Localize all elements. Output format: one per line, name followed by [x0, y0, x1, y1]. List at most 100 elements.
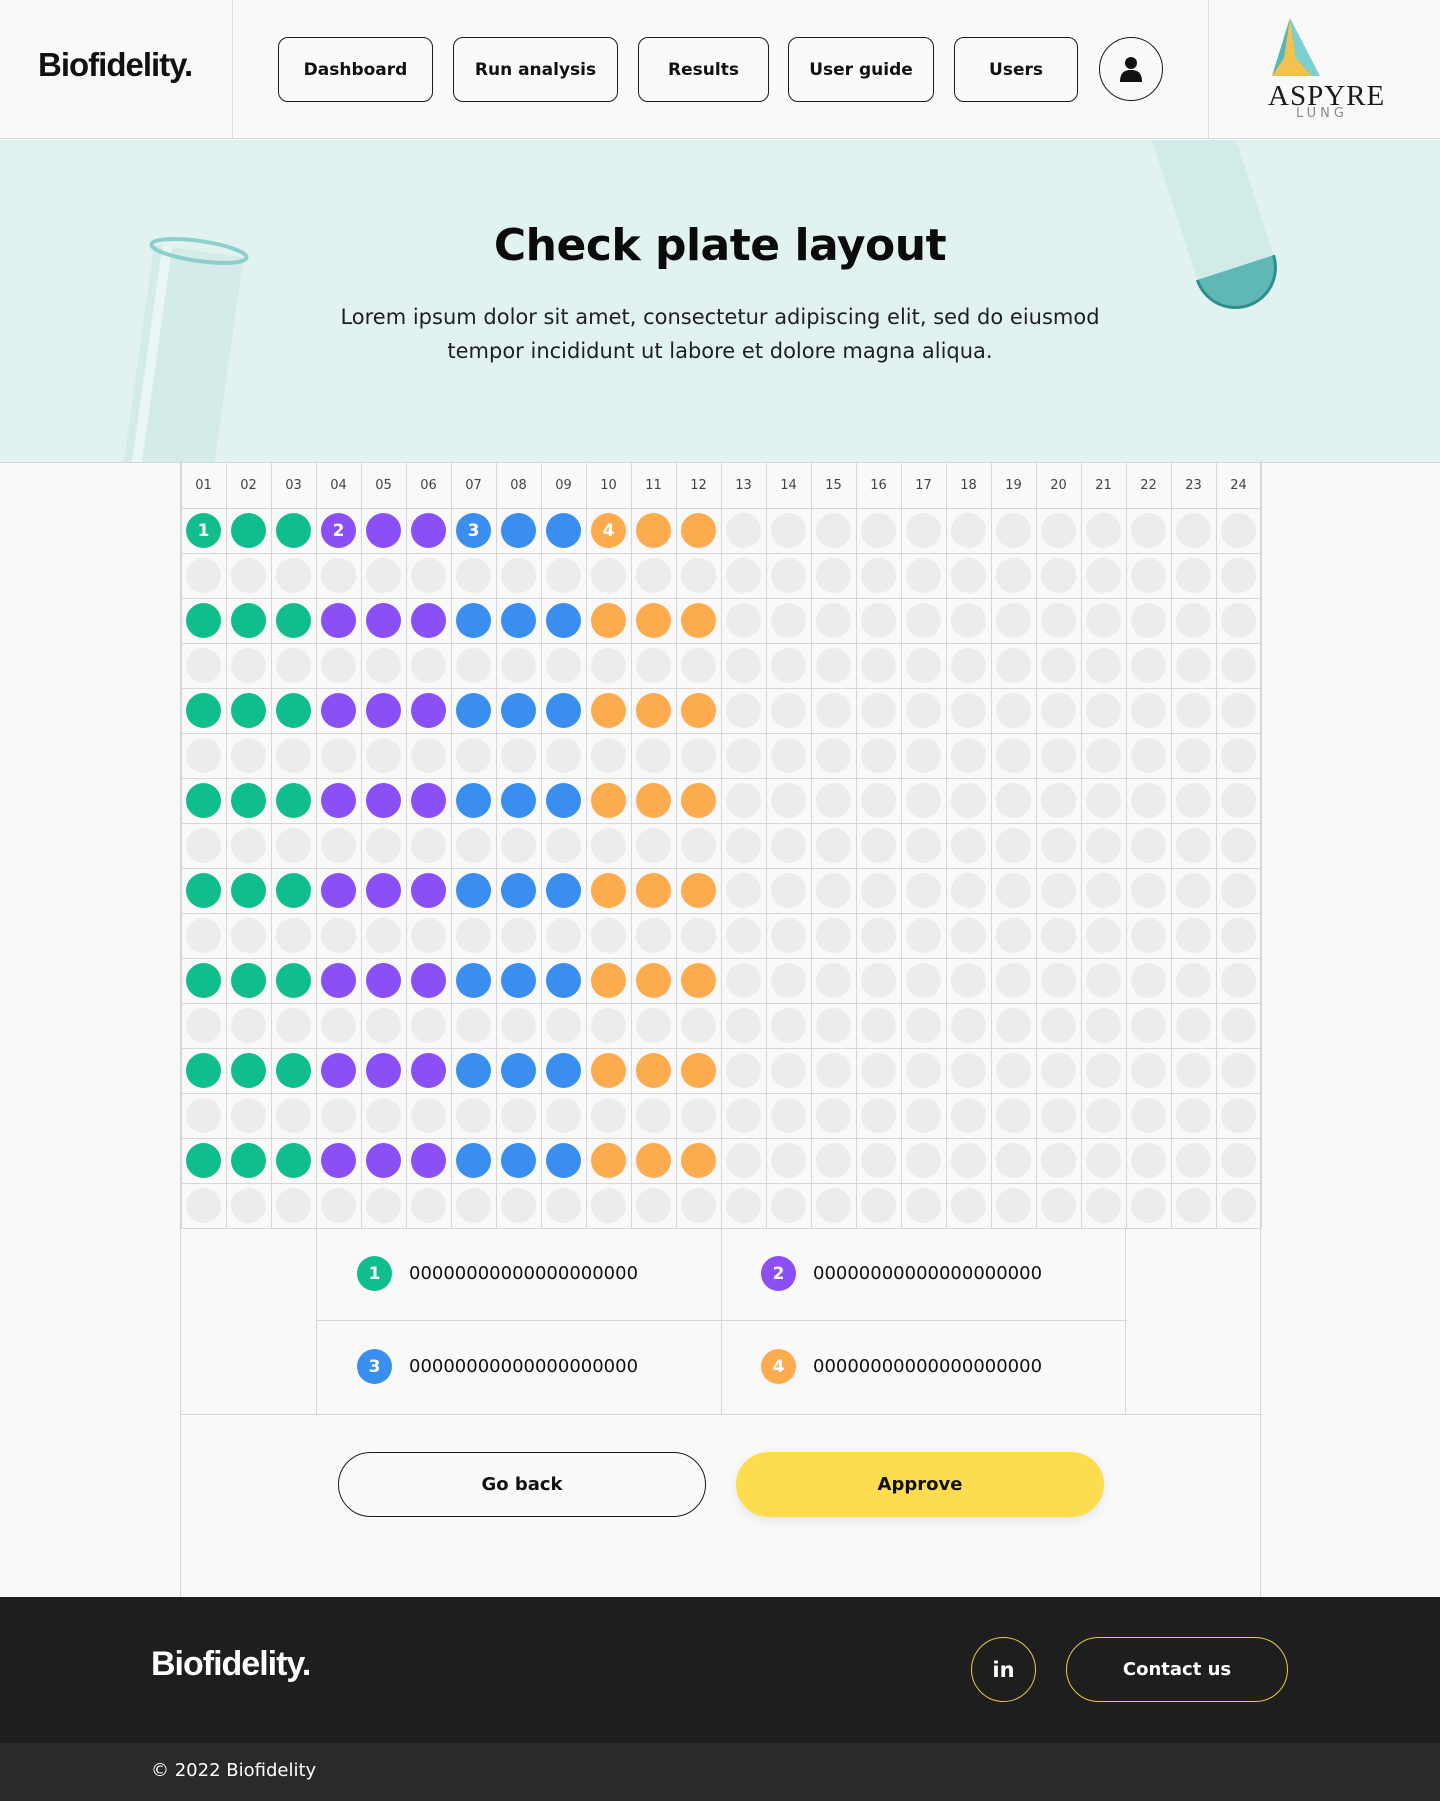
plate-well[interactable] — [1221, 558, 1256, 593]
plate-well[interactable] — [816, 1188, 851, 1223]
plate-well[interactable] — [321, 963, 356, 998]
plate-well[interactable] — [681, 873, 716, 908]
plate-well[interactable] — [861, 1008, 896, 1043]
plate-well[interactable] — [231, 1053, 266, 1088]
plate-well[interactable] — [501, 558, 536, 593]
plate-well[interactable] — [1176, 873, 1211, 908]
plate-well[interactable] — [231, 1143, 266, 1178]
plate-well[interactable] — [771, 693, 806, 728]
plate-well[interactable] — [546, 828, 581, 863]
plate-well[interactable] — [996, 828, 1031, 863]
plate-well[interactable] — [636, 558, 671, 593]
plate-well[interactable] — [771, 648, 806, 683]
plate-well[interactable] — [321, 738, 356, 773]
plate-well[interactable] — [321, 558, 356, 593]
plate-well[interactable] — [1086, 1098, 1121, 1133]
plate-well[interactable] — [186, 738, 221, 773]
plate-well[interactable] — [861, 648, 896, 683]
plate-well[interactable] — [411, 963, 446, 998]
plate-well[interactable] — [861, 693, 896, 728]
plate-well[interactable] — [726, 1098, 761, 1133]
plate-well[interactable] — [951, 513, 986, 548]
plate-well[interactable] — [591, 738, 626, 773]
plate-well[interactable] — [276, 1098, 311, 1133]
plate-well[interactable] — [951, 693, 986, 728]
plate-well[interactable] — [456, 1053, 491, 1088]
plate-well[interactable] — [951, 873, 986, 908]
plate-well[interactable] — [771, 558, 806, 593]
plate-well[interactable] — [816, 738, 851, 773]
footer-brand-logo[interactable]: Biofidelity. — [151, 1645, 311, 1684]
plate-well[interactable] — [231, 873, 266, 908]
plate-well[interactable] — [726, 738, 761, 773]
plate-well[interactable] — [456, 648, 491, 683]
plate-well[interactable] — [1041, 1008, 1076, 1043]
plate-well[interactable] — [276, 873, 311, 908]
plate-well[interactable] — [1176, 963, 1211, 998]
plate-well[interactable] — [456, 1143, 491, 1178]
nav-user-guide-button[interactable]: User guide — [788, 37, 934, 102]
plate-well[interactable] — [861, 558, 896, 593]
plate-well[interactable] — [861, 1143, 896, 1178]
plate-well[interactable] — [276, 828, 311, 863]
plate-well[interactable] — [276, 783, 311, 818]
plate-well[interactable] — [231, 513, 266, 548]
plate-well[interactable] — [276, 1188, 311, 1223]
plate-well[interactable] — [546, 873, 581, 908]
plate-well[interactable] — [501, 603, 536, 638]
plate-well[interactable] — [546, 1188, 581, 1223]
plate-well[interactable] — [816, 603, 851, 638]
plate-well[interactable] — [816, 1053, 851, 1088]
plate-well[interactable] — [1131, 1188, 1166, 1223]
plate-well[interactable] — [1221, 693, 1256, 728]
plate-well[interactable] — [771, 1008, 806, 1043]
plate-well[interactable] — [186, 558, 221, 593]
plate-well[interactable] — [771, 828, 806, 863]
plate-well[interactable] — [546, 1098, 581, 1133]
plate-well[interactable] — [996, 1053, 1031, 1088]
plate-well[interactable] — [276, 1053, 311, 1088]
plate-well[interactable] — [231, 918, 266, 953]
plate-well[interactable] — [411, 648, 446, 683]
plate-well[interactable] — [276, 1143, 311, 1178]
plate-well[interactable] — [771, 513, 806, 548]
plate-well[interactable] — [591, 963, 626, 998]
plate-well[interactable] — [321, 828, 356, 863]
plate-well[interactable] — [636, 1143, 671, 1178]
plate-well[interactable] — [726, 963, 761, 998]
plate-well[interactable] — [411, 1188, 446, 1223]
plate-well[interactable] — [231, 693, 266, 728]
plate-well[interactable] — [456, 963, 491, 998]
plate-well[interactable] — [861, 963, 896, 998]
plate-well[interactable] — [276, 648, 311, 683]
plate-well[interactable] — [906, 1188, 941, 1223]
plate-well[interactable] — [1131, 738, 1166, 773]
plate-well[interactable] — [1041, 1143, 1076, 1178]
plate-well[interactable] — [771, 1053, 806, 1088]
plate-well[interactable] — [501, 1098, 536, 1133]
plate-well[interactable] — [681, 918, 716, 953]
plate-well[interactable] — [951, 783, 986, 818]
plate-well[interactable] — [1221, 873, 1256, 908]
plate-well[interactable] — [726, 783, 761, 818]
plate-well[interactable] — [861, 1188, 896, 1223]
plate-well[interactable] — [816, 1143, 851, 1178]
plate-well[interactable] — [366, 1143, 401, 1178]
plate-well[interactable] — [456, 873, 491, 908]
plate-well[interactable] — [636, 918, 671, 953]
plate-well[interactable] — [591, 1053, 626, 1088]
plate-well[interactable] — [996, 513, 1031, 548]
plate-well[interactable] — [1176, 783, 1211, 818]
plate-well[interactable] — [411, 513, 446, 548]
plate-well[interactable] — [951, 918, 986, 953]
plate-well[interactable] — [771, 1143, 806, 1178]
plate-well[interactable] — [456, 783, 491, 818]
plate-well[interactable] — [186, 828, 221, 863]
plate-well[interactable] — [681, 513, 716, 548]
plate-well[interactable] — [816, 828, 851, 863]
plate-well[interactable] — [636, 693, 671, 728]
plate-well[interactable] — [546, 558, 581, 593]
plate-well[interactable] — [1041, 828, 1076, 863]
plate-well[interactable] — [816, 873, 851, 908]
plate-well[interactable] — [906, 693, 941, 728]
